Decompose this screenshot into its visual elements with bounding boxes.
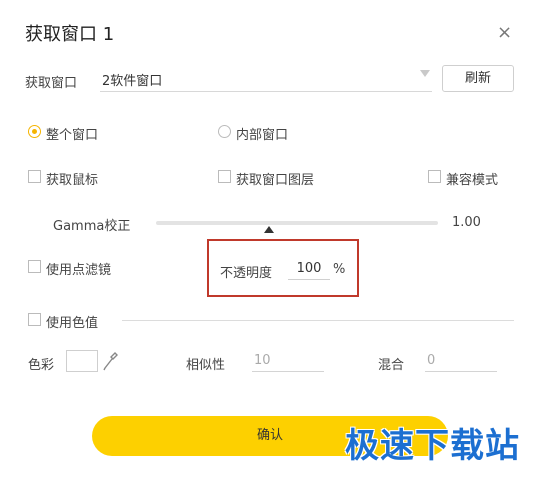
refresh-button[interactable]: 刷新: [442, 65, 514, 92]
opacity-label: 不透明度: [220, 266, 273, 281]
watermark-logo: 极速下载站: [345, 426, 520, 466]
capture-layers-label: 获取窗口图层: [236, 173, 315, 188]
checkbox-color-key[interactable]: [28, 313, 41, 326]
capture-mouse-label: 获取鼠标: [46, 173, 99, 188]
gamma-label: Gamma校正: [53, 219, 131, 234]
dialog-title: 获取窗口 1: [25, 24, 115, 45]
point-filter-label: 使用点滤镜: [46, 263, 112, 278]
opacity-input[interactable]: [288, 258, 330, 280]
checkbox-point-filter[interactable]: [28, 260, 41, 273]
radio-inner-window-label: 内部窗口: [236, 128, 289, 143]
window-select-value: 2软件窗口: [102, 74, 163, 89]
eyedropper-icon[interactable]: [102, 351, 118, 371]
gamma-slider-thumb[interactable]: [263, 226, 274, 233]
compat-mode-label: 兼容模式: [446, 173, 499, 188]
divider: [122, 320, 514, 321]
radio-whole-window[interactable]: [28, 125, 41, 138]
gamma-value: 1.00: [452, 215, 481, 230]
radio-whole-window-label: 整个窗口: [46, 128, 99, 143]
capture-window-label: 获取窗口: [25, 76, 78, 91]
radio-inner-window[interactable]: [218, 125, 231, 138]
blend-label: 混合: [378, 358, 405, 373]
chevron-down-icon: [420, 70, 430, 77]
checkbox-capture-layers[interactable]: [218, 170, 231, 183]
color-label: 色彩: [28, 358, 55, 373]
similarity-input[interactable]: [252, 350, 324, 372]
similarity-label: 相似性: [186, 358, 226, 373]
opacity-unit: %: [333, 262, 346, 277]
checkbox-compat-mode[interactable]: [428, 170, 441, 183]
checkbox-capture-mouse[interactable]: [28, 170, 41, 183]
color-key-label: 使用色值: [46, 316, 99, 331]
close-icon[interactable]: ×: [497, 22, 512, 43]
window-select[interactable]: 2软件窗口: [100, 66, 432, 92]
blend-input[interactable]: [425, 350, 497, 372]
gamma-slider-track[interactable]: [156, 221, 438, 225]
color-swatch[interactable]: [66, 350, 98, 372]
